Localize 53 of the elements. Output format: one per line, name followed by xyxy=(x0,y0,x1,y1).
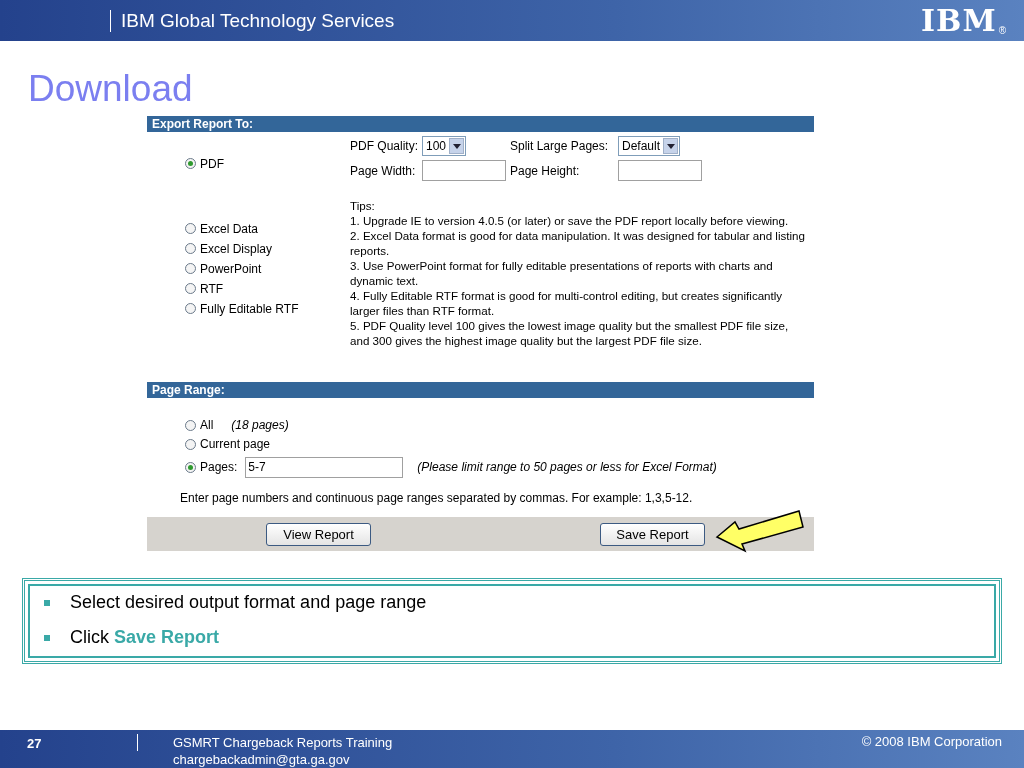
pdf-quality-select[interactable]: 100 xyxy=(422,136,467,156)
page-number: 27 xyxy=(27,735,43,751)
tip-text: 4. Fully Editable RTF format is good for multi-control editing, but creates significantly larger files than RTF format. xyxy=(350,288,784,318)
tip-text: 2. Excel Data format is good for data manipulation. It was designed for tabular and listing reports. xyxy=(350,228,806,258)
field-label: Page Width: xyxy=(350,163,417,178)
radio-button[interactable] xyxy=(185,283,196,294)
radio-button[interactable] xyxy=(185,158,196,169)
report-button[interactable]: View Report xyxy=(266,522,371,546)
radio-button[interactable] xyxy=(185,419,196,431)
section-header: Page Range: xyxy=(147,382,814,398)
format-label: PowerPoint xyxy=(200,261,262,276)
bullet-icon xyxy=(44,634,50,641)
format-label: Excel Data xyxy=(200,221,259,236)
contact-email: chargebackadmin@gta.ga.gov xyxy=(173,751,351,768)
range-note: (18 pages) xyxy=(231,418,289,432)
tips-title: Tips: xyxy=(350,198,376,213)
report-button[interactable]: Save Report xyxy=(600,522,705,546)
format-label: RTF xyxy=(200,281,224,296)
bullet-text: Click Save Report xyxy=(70,627,220,648)
bullet-icon xyxy=(44,599,50,606)
radio-button[interactable] xyxy=(185,438,196,450)
field-label: Page Height: xyxy=(510,163,581,178)
range-label: Pages: xyxy=(200,460,238,474)
radio-button[interactable] xyxy=(185,243,196,254)
range-label: Current page xyxy=(200,437,271,451)
field-label: PDF Quality: xyxy=(350,139,419,153)
radio-button[interactable] xyxy=(185,303,196,314)
page-width-field[interactable] xyxy=(422,160,506,181)
format-label: Fully Editable RTF xyxy=(200,301,299,316)
page-height-field[interactable] xyxy=(618,160,702,181)
radio-button[interactable] xyxy=(185,461,196,473)
tip-text: 1. Upgrade IE to version 4.0.5 (or later) or save the PDF report locally before viewing. xyxy=(350,213,790,228)
bullet-text: Select desired output format and page range xyxy=(70,592,427,613)
pages-input[interactable]: 5-7 xyxy=(245,456,404,478)
radio-button[interactable] xyxy=(185,263,196,274)
format-label: Excel Display xyxy=(200,241,273,256)
split-pages-select[interactable]: Default xyxy=(618,136,681,156)
field-label: Split Large Pages: xyxy=(510,139,610,153)
registered-mark: ® xyxy=(998,24,1006,36)
range-label: All xyxy=(200,418,214,432)
company-logo: IBM xyxy=(921,5,997,36)
header-title: IBM Global Technology Services xyxy=(121,9,395,32)
section-header: Export Report To: xyxy=(147,116,814,132)
hint-text: Enter page numbers and continuous page ranges separated by commas. For example: 1,3,5-12. xyxy=(180,491,694,505)
tip-text: 5. PDF Quality level 100 gives the lowest image quality but the smallest PDF file size, and 300 gives the highest image quality but the largest PDF file size. xyxy=(350,318,790,348)
radio-button[interactable] xyxy=(185,223,196,234)
range-note: (Please limit range to 50 pages or less for Excel Format) xyxy=(417,460,717,474)
tip-text: 3. Use PowerPoint format for fully editable presentations of reports with charts and dynamic text. xyxy=(350,258,774,288)
format-label: PDF xyxy=(200,156,224,171)
course-title: GSMRT Chargeback Reports Training xyxy=(173,734,394,751)
copyright-text: © 2008 IBM Corporation xyxy=(861,734,1002,749)
slide-title: Download xyxy=(28,67,194,111)
pointer-arrow-icon xyxy=(715,507,805,553)
